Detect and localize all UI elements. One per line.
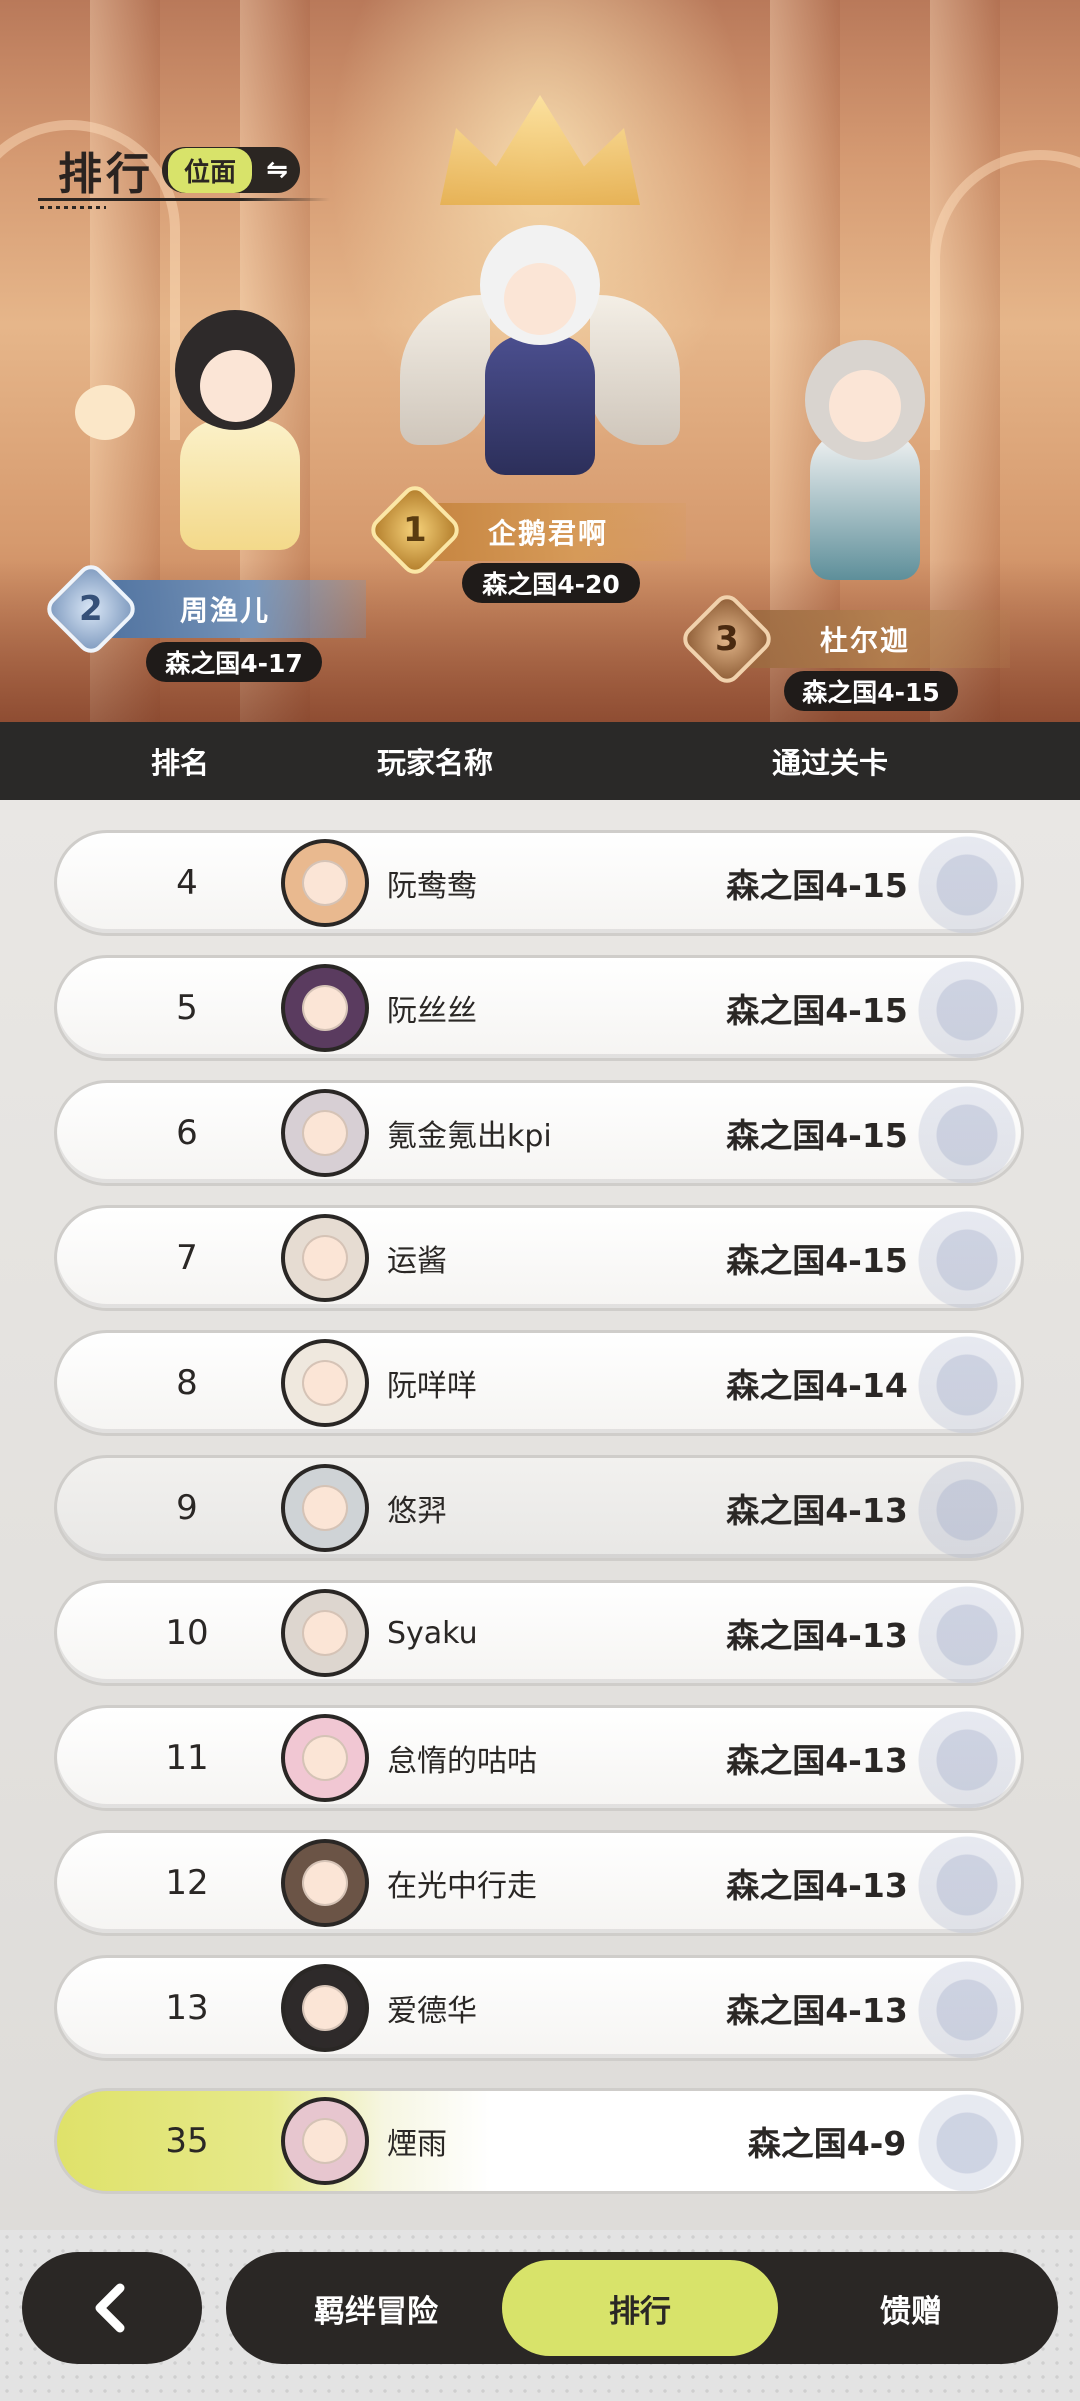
row-stage: 森之国4-15 [726,1116,908,1155]
rank-1-character[interactable] [400,225,680,505]
avatar[interactable] [281,1964,369,2052]
row-player-name: 运酱 [387,1244,447,1279]
row-stage: 森之国4-15 [726,1241,908,1280]
row-player-name: 爱德华 [387,1994,477,2029]
avatar[interactable] [281,1089,369,1177]
title-underline [38,198,330,201]
column-rank: 排名 [150,746,209,780]
avatar[interactable] [281,1839,369,1927]
row-stage: 森之国4-13 [726,1741,908,1780]
row-rank: 4 [176,863,198,903]
ranking-row[interactable]: 4 阮鸯鸯 森之国4-15 [54,830,1024,936]
row-stage: 森之国4-13 [726,1991,908,2030]
avatar[interactable] [281,1589,369,1677]
avatar[interactable] [281,1714,369,1802]
row-player-name: 阮丝丝 [387,994,477,1029]
mode-switch-button[interactable]: 位面 ⇋ [162,147,301,193]
row-rank: 6 [176,1113,198,1153]
row-rank: 8 [176,1363,198,1403]
row-stage: 森之国4-13 [726,1866,908,1905]
avatar[interactable] [281,839,369,927]
my-rank: 35 [165,2121,209,2161]
crown-decoration [440,95,640,205]
swap-arrows-icon: ⇋ [266,155,288,185]
row-stage: 森之国4-15 [726,991,908,1030]
rank-2-stage: 森之国4-17 [146,642,322,682]
avatar[interactable] [281,1214,369,1302]
column-stage: 通过关卡 [771,746,888,780]
mode-label: 位面 [168,147,253,193]
avatar[interactable] [281,1464,369,1552]
ranking-row[interactable]: 7 运酱 森之国4-15 [54,1205,1024,1311]
ranking-row[interactable]: 8 阮咩咩 森之国4-14 [54,1330,1024,1436]
rank-2-character[interactable] [130,300,340,560]
page-title: 排行 [58,149,154,200]
rank-3-stage: 森之国4-15 [784,671,958,711]
hamster-pet [70,355,140,445]
avatar[interactable] [281,1339,369,1427]
row-player-name: 阮鸯鸯 [387,869,477,904]
ranking-row[interactable]: 10 Syaku 森之国4-13 [54,1580,1024,1686]
ranking-row[interactable]: 6 氪金氪出kpi 森之国4-15 [54,1080,1024,1186]
row-rank: 7 [176,1238,198,1278]
ranking-row[interactable]: 11 怠惰的咕咕 森之国4-13 [54,1705,1024,1811]
my-avatar[interactable] [281,2097,369,2185]
chevron-left-icon [95,2283,125,2333]
row-stage: 森之国4-13 [726,1491,908,1530]
row-stage: 森之国4-14 [726,1366,908,1405]
row-player-name: 悠羿 [387,1494,447,1529]
tab-gifts[interactable]: 馈赠 [786,2260,1036,2356]
tab-bond-adventure[interactable]: 羁绊冒险 [256,2260,496,2356]
row-rank: 9 [176,1488,198,1528]
rank-3-number: 3 [715,618,739,659]
row-rank: 5 [176,988,198,1028]
back-button[interactable] [22,2252,202,2364]
row-stage: 森之国4-15 [726,866,908,905]
row-player-name: 在光中行走 [387,1869,537,1904]
title-dots [40,206,106,209]
row-player-name: 怠惰的咕咕 [387,1744,537,1779]
row-player-name: 阮咩咩 [387,1369,477,1404]
bottom-tab-bar: 羁绊冒险 排行 馈赠 [226,2252,1058,2364]
row-player-name: 氪金氪出kpi [387,1119,552,1154]
rank-1-number: 1 [403,509,427,550]
avatar[interactable] [281,964,369,1052]
row-rank: 12 [165,1863,209,1903]
ranking-title-group: 排行 位面 ⇋ [58,138,301,202]
ranking-hero-banner: 排行 位面 ⇋ 企鹅君啊 1 森之国4-20 周渔儿 2 森之国4-17 杜尔迦… [0,0,1080,722]
ranking-row[interactable]: 5 阮丝丝 森之国4-15 [54,955,1024,1061]
rank-2-number: 2 [79,588,103,629]
row-rank: 13 [165,1988,209,2028]
row-player-name: Syaku [387,1615,478,1651]
my-stage: 森之国4-9 [747,2124,907,2163]
ranking-row[interactable]: 12 在光中行走 森之国4-13 [54,1830,1024,1936]
my-player-name: 煙雨 [387,2127,447,2162]
column-player-name: 玩家名称 [376,746,493,780]
ranking-row[interactable]: 13 爱德华 森之国4-13 [54,1955,1024,2061]
rank-1-stage: 森之国4-20 [462,563,640,603]
row-rank: 10 [165,1613,209,1653]
ranking-row[interactable]: 9 悠羿 森之国4-13 [54,1455,1024,1561]
tab-ranking[interactable]: 排行 [502,2260,778,2356]
my-rank-row[interactable]: 35 煙雨 森之国4-9 [54,2088,1024,2194]
row-stage: 森之国4-13 [726,1616,908,1655]
rank-3-character[interactable] [755,300,965,600]
ranking-column-header: 排名 玩家名称 通过关卡 [0,722,1080,800]
row-rank: 11 [165,1738,209,1778]
